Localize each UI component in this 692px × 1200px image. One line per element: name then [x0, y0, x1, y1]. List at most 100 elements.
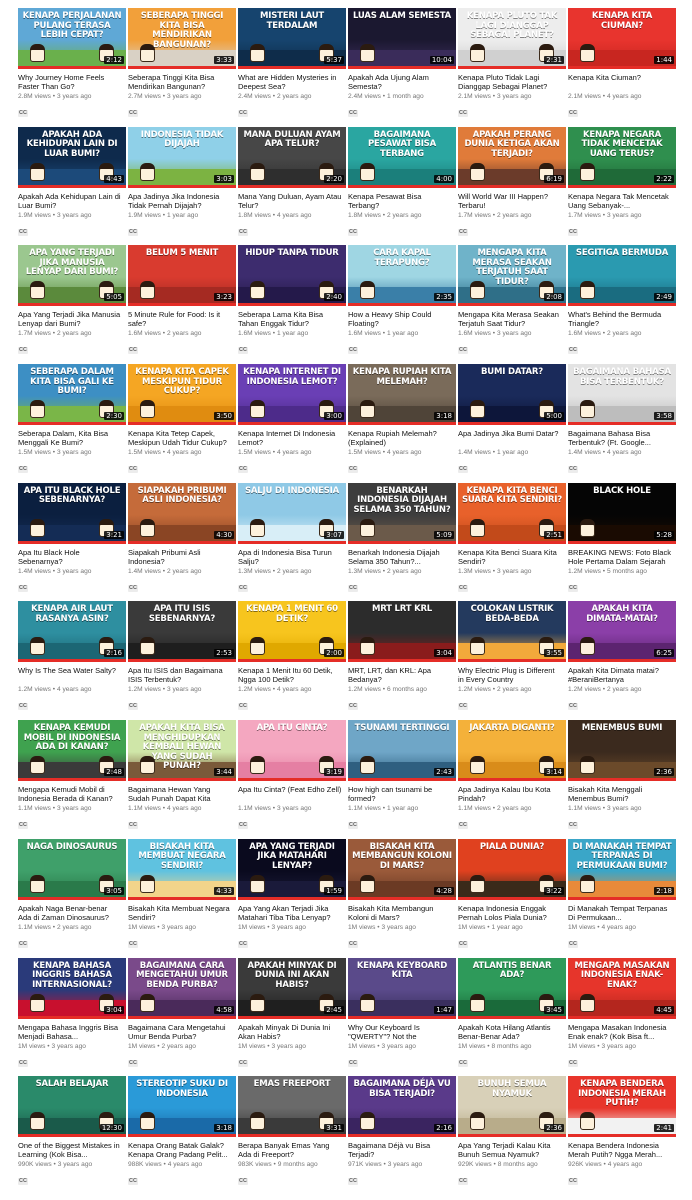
video-title-link[interactable]: MRT, LRT, dan KRL: Apa Bedanya? — [348, 666, 452, 684]
video-title-link[interactable]: Kenapa Orang Batak Galak? Kenapa Orang P… — [128, 1141, 232, 1159]
video-title-link[interactable]: Seberapa Lama Kita Bisa Tahan Enggak Tid… — [238, 310, 342, 328]
video-title-link[interactable]: 5 Minute Rule for Food: Is it safe? — [128, 310, 232, 328]
video-thumbnail[interactable]: KENAPA PLUTO TAK LAGI DIANGGAP SEBAGAI P… — [458, 8, 566, 69]
video-card[interactable]: COLOKAN LISTRIK BEDA-BEDA 3:55 Why Electri… — [458, 601, 566, 719]
video-card[interactable]: NAGA DINOSAURUS 3:05 Apakah Naga Benar-ben… — [18, 838, 126, 957]
video-title-link[interactable]: Apa Jadinya Kalau Ibu Kota Pindah? — [458, 785, 562, 803]
video-title-link[interactable]: Kenapa Indonesia Enggak Pernah Lolos Pia… — [458, 904, 562, 922]
video-title-link[interactable]: Apakah Naga Benar-benar Ada di Zaman Din… — [18, 904, 122, 922]
video-card[interactable]: DI MANAKAH TEMPAT TERPANAS DI PERMUKAAN … — [568, 838, 676, 957]
video-card[interactable]: APAKAH MINYAK DI DUNIA INI AKAN HABIS? 2:… — [238, 957, 346, 1076]
video-title-link[interactable]: Seberapa Dalam, Kita Bisa Menggali Ke Bu… — [18, 429, 122, 447]
video-thumbnail[interactable]: APAKAH KITA DIMATA-MATAI? 6:25 — [568, 601, 676, 663]
video-card[interactable]: KENAPA KEMUDI MOBIL DI INDONESIA ADA DI … — [18, 720, 126, 838]
video-title-link[interactable]: Why Is The Sea Water Salty? — [18, 666, 122, 684]
video-card[interactable]: APA YANG TERJADI JIKA MANUSIA LENYAP DAR… — [18, 245, 126, 363]
video-title-link[interactable]: Siapakah Pribumi Asli Indonesia? — [128, 548, 232, 566]
video-thumbnail[interactable]: KENAPA BAHASA INGGRIS BAHASA INTERNASION… — [18, 957, 126, 1019]
video-card[interactable]: APAKAH PERANG DUNIA KETIGA AKAN TERJADI?… — [458, 126, 566, 245]
video-title-link[interactable]: Bisakah Kita Membangun Koloni di Mars? — [348, 904, 452, 922]
video-card[interactable]: TSUNAMI TERTINGGI 2:43 How high can tsunam… — [348, 720, 456, 838]
video-card[interactable]: BAGAIMANA BAHASA BISA TERBENTUK? 3:58 Baga… — [568, 364, 676, 482]
video-title-link[interactable]: Why Electric Plug is Different in Every … — [458, 666, 562, 684]
video-title-link[interactable]: Kenapa Internet Di Indonesia Lemot? — [238, 429, 342, 447]
video-card[interactable]: EMAS FREEPORT 3:31 Berapa Banyak Emas Yang… — [238, 1076, 346, 1194]
video-thumbnail[interactable]: HIDUP TANPA TIDUR 2:40 — [238, 245, 346, 307]
video-thumbnail[interactable]: SALJU DI INDONESIA 3:07 — [238, 482, 346, 544]
video-title-link[interactable]: BREAKING NEWS: Foto Black Hole Pertama D… — [568, 548, 672, 566]
video-title-link[interactable]: How a Heavy Ship Could Floating? — [348, 310, 452, 328]
video-thumbnail[interactable]: APAKAH KITA BISA MENGHIDUPKAN KEMBALI HE… — [128, 720, 236, 782]
video-card[interactable]: SALJU DI INDONESIA 3:07 Apa di Indonesia B… — [238, 482, 346, 601]
video-title-link[interactable]: Kenapa Rupiah Melemah? (Explained) — [348, 429, 452, 447]
video-card[interactable]: BUNUH SEMUA NYAMUK 2:36 Apa Yang Terjadi K… — [458, 1076, 566, 1194]
video-title-link[interactable]: Apa Itu Cinta? (Feat Edho Zell) — [238, 785, 342, 803]
video-card[interactable]: SEGITIGA BERMUDA 2:49 What's Behind the Be… — [568, 245, 676, 363]
video-title-link[interactable]: Mana Yang Duluan, Ayam Atau Telur? — [238, 192, 342, 210]
video-card[interactable]: MENEMBUS BUMI 2:36 Bisakah Kita Menggali M… — [568, 720, 676, 838]
video-thumbnail[interactable]: LUAS ALAM SEMESTA 10:04 — [348, 8, 456, 69]
video-thumbnail[interactable]: KENAPA AIR LAUT RASANYA ASIN? 2:16 — [18, 601, 126, 663]
video-title-link[interactable]: Apakah Kita Dimata matai? #BeraniBertany… — [568, 666, 672, 684]
video-thumbnail[interactable]: COLOKAN LISTRIK BEDA-BEDA 3:55 — [458, 601, 566, 663]
video-title-link[interactable]: Apa Yang Akan Terjadi Jika Matahari Tiba… — [238, 904, 342, 922]
video-card[interactable]: MENGAPA KITA MERASA SEAKAN TERJATUH SAAT… — [458, 245, 566, 363]
video-card[interactable]: BISAKAH KITA MEMBUAT NEGARA SENDIRI? 4:33… — [128, 838, 236, 957]
video-thumbnail[interactable]: BUMI DATAR? 5:00 — [458, 364, 566, 426]
video-thumbnail[interactable]: BAGAIMANA PESAWAT BISA TERBANG 4:00 — [348, 126, 456, 188]
video-thumbnail[interactable]: BELUM 5 MENIT 3:23 — [128, 245, 236, 307]
video-thumbnail[interactable]: INDONESIA TIDAK DIJAJAH 3:03 — [128, 126, 236, 188]
video-title-link[interactable]: Kenapa Negara Tak Mencetak Uang Sebanyak… — [568, 192, 672, 210]
video-title-link[interactable]: Bagaimana Déjà vu Bisa Terjadi? — [348, 1141, 452, 1159]
video-card[interactable]: BLACK HOLE 5:28 BREAKING NEWS: Foto Black … — [568, 482, 676, 601]
video-title-link[interactable]: Kenapa Kita Ciuman? — [568, 73, 672, 91]
video-thumbnail[interactable]: DI MANAKAH TEMPAT TERPANAS DI PERMUKAAN … — [568, 838, 676, 900]
video-thumbnail[interactable]: CARA KAPAL TERAPUNG? 2:35 — [348, 245, 456, 307]
video-thumbnail[interactable]: JAKARTA DIGANTI? 3:14 — [458, 720, 566, 782]
video-thumbnail[interactable]: KENAPA 1 MENIT 60 DETIK? 2:00 — [238, 601, 346, 663]
video-thumbnail[interactable]: MANA DULUAN AYAM APA TELUR? 2:20 — [238, 126, 346, 188]
video-card[interactable]: APA ITU BLACK HOLE SEBENARNYA? 3:21 Apa It… — [18, 482, 126, 601]
video-card[interactable]: MISTERI LAUT TERDALAM 5:37 What are Hidden… — [238, 8, 346, 126]
video-thumbnail[interactable]: BISAKAH KITA MEMBUAT NEGARA SENDIRI? 4:33 — [128, 838, 236, 900]
video-thumbnail[interactable]: APAKAH PERANG DUNIA KETIGA AKAN TERJADI?… — [458, 126, 566, 188]
video-thumbnail[interactable]: APA ITU BLACK HOLE SEBENARNYA? 3:21 — [18, 482, 126, 544]
video-title-link[interactable]: Apa Yang Terjadi Kalau Kita Bunuh Semua … — [458, 1141, 562, 1159]
video-card[interactable]: JAKARTA DIGANTI? 3:14 Apa Jadinya Kalau Ib… — [458, 720, 566, 838]
video-card[interactable]: ATLANTIS BENAR ADA? 3:45 Apakah Kota Hilan… — [458, 957, 566, 1076]
video-card[interactable]: KENAPA NEGARA TIDAK MENCETAK UANG TERUS?… — [568, 126, 676, 245]
video-card[interactable]: BELUM 5 MENIT 3:23 5 Minute Rule for Food:… — [128, 245, 236, 363]
video-thumbnail[interactable]: BENARKAH INDONESIA DIJAJAH SELAMA 350 TA… — [348, 482, 456, 544]
video-card[interactable]: MRT LRT KRL 3:04 MRT, LRT, dan KRL: Apa Be… — [348, 601, 456, 719]
video-title-link[interactable]: Apa di Indonesia Bisa Turun Salju? — [238, 548, 342, 566]
video-card[interactable]: APA YANG TERJADI JIKA MATAHARI LENYAP? 1:… — [238, 838, 346, 957]
video-thumbnail[interactable]: PIALA DUNIA? 3:22 — [458, 838, 566, 900]
video-thumbnail[interactable]: BUNUH SEMUA NYAMUK 2:36 — [458, 1076, 566, 1138]
video-title-link[interactable]: Apa Jadinya Jika Bumi Datar? — [458, 429, 562, 447]
video-card[interactable]: SEBERAPA DALAM KITA BISA GALI KE BUMI? 2:… — [18, 364, 126, 482]
video-thumbnail[interactable]: KENAPA KITA CIUMAN? 1:44 — [568, 8, 676, 69]
video-thumbnail[interactable]: MRT LRT KRL 3:04 — [348, 601, 456, 663]
video-thumbnail[interactable]: NAGA DINOSAURUS 3:05 — [18, 838, 126, 900]
video-card[interactable]: BENARKAH INDONESIA DIJAJAH SELAMA 350 TA… — [348, 482, 456, 601]
video-card[interactable]: HIDUP TANPA TIDUR 2:40 Seberapa Lama Kita … — [238, 245, 346, 363]
video-card[interactable]: KENAPA PERJALANAN PULANG TERASA LEBIH CE… — [18, 8, 126, 126]
video-card[interactable]: KENAPA KITA CAPEK MESKIPUN TIDUR CUKUP? 3… — [128, 364, 236, 482]
video-card[interactable]: BAGAIMANA CARA MENGETAHUI UMUR BENDA PUR… — [128, 957, 236, 1076]
video-thumbnail[interactable]: BISAKAH KITA MEMBANGUN KOLONI DI MARS? 4:… — [348, 838, 456, 900]
video-card[interactable]: APAKAH ADA KEHIDUPAN LAIN DI LUAR BUMI? 4… — [18, 126, 126, 245]
video-thumbnail[interactable]: KENAPA KITA BENCI SUARA KITA SENDIRI? 2:5… — [458, 482, 566, 544]
video-title-link[interactable]: Benarkah Indonesia Dijajah Selama 350 Ta… — [348, 548, 452, 566]
video-title-link[interactable]: Bisakah Kita Menggali Menembus Bumi? — [568, 785, 672, 803]
video-card[interactable]: KENAPA KITA CIUMAN? 1:44 Kenapa Kita Ciuma… — [568, 8, 676, 126]
video-thumbnail[interactable]: EMAS FREEPORT 3:31 — [238, 1076, 346, 1138]
video-thumbnail[interactable]: SIAPAKAH PRIBUMI ASLI INDONESIA? 4:30 — [128, 482, 236, 544]
video-title-link[interactable]: Bagaimana Hewan Yang Sudah Punah Dapat K… — [128, 785, 232, 803]
video-title-link[interactable]: Will World War III Happen? Terbaru! — [458, 192, 562, 210]
video-title-link[interactable]: Apa Itu ISIS dan Bagaimana ISIS Terbentu… — [128, 666, 232, 684]
video-card[interactable]: APAKAH KITA DIMATA-MATAI? 6:25 Apakah Kita… — [568, 601, 676, 719]
video-title-link[interactable]: What's Behind the Bermuda Triangle? — [568, 310, 672, 328]
video-card[interactable]: SEBERAPA TINGGI KITA BISA MENDIRIKAN BAN… — [128, 8, 236, 126]
video-card[interactable]: STEREOTIP SUKU DI INDONESIA 3:18 Kenapa Or… — [128, 1076, 236, 1194]
video-thumbnail[interactable]: MENGAPA KITA MERASA SEAKAN TERJATUH SAAT… — [458, 245, 566, 307]
